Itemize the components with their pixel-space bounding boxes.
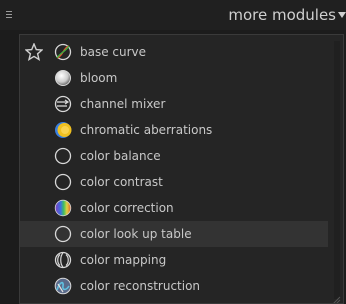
base-curve-icon	[54, 43, 72, 61]
module-label: color reconstruction	[80, 279, 201, 293]
color-reconstruction-icon	[54, 277, 72, 295]
module-item-color-contrast[interactable]: color contrast	[20, 169, 328, 195]
module-label: bloom	[80, 71, 118, 85]
hamburger-icon[interactable]	[4, 7, 14, 21]
color-contrast-icon	[54, 173, 72, 191]
channel-mixer-icon	[54, 95, 72, 113]
module-label: color look up table	[80, 227, 192, 241]
modules-header: more modules	[0, 0, 346, 30]
module-label: chromatic aberrations	[80, 123, 213, 137]
module-item-color-correction[interactable]: color correction	[20, 195, 328, 221]
dropdown-arrow-icon[interactable]	[338, 12, 346, 18]
module-item-color-balance[interactable]: color balance	[20, 143, 328, 169]
module-item-color-reconstruction[interactable]: color reconstruction	[20, 273, 328, 299]
bloom-icon	[54, 69, 72, 87]
module-label: color balance	[80, 149, 161, 163]
list-scrollbar[interactable]	[334, 41, 340, 299]
module-item-channel-mixer[interactable]: channel mixer	[20, 91, 328, 117]
module-item-base-curve[interactable]: base curve	[20, 39, 328, 65]
color-mapping-icon	[54, 251, 72, 269]
more-modules-title[interactable]: more modules	[228, 5, 336, 25]
module-item-bloom[interactable]: bloom	[20, 65, 328, 91]
module-label: color contrast	[80, 175, 163, 189]
module-label: base curve	[80, 45, 147, 59]
color-balance-icon	[54, 147, 72, 165]
color-correction-icon	[54, 199, 72, 217]
module-item-color-lut[interactable]: color look up table	[20, 221, 328, 247]
chromatic-aberrations-icon	[54, 121, 72, 139]
module-label: color mapping	[80, 253, 167, 267]
favorite-star-icon[interactable]	[24, 42, 44, 61]
module-label: channel mixer	[80, 97, 166, 111]
color-lut-icon	[54, 225, 72, 243]
module-list: base curve bloom channel mixer chromatic…	[19, 34, 344, 304]
resize-grip-icon[interactable]	[331, 290, 341, 303]
module-item-color-mapping[interactable]: color mapping	[20, 247, 328, 273]
more-modules-label[interactable]: more modules	[228, 6, 336, 24]
module-item-chromatic-aberrations[interactable]: chromatic aberrations	[20, 117, 328, 143]
module-label: color correction	[80, 201, 174, 215]
